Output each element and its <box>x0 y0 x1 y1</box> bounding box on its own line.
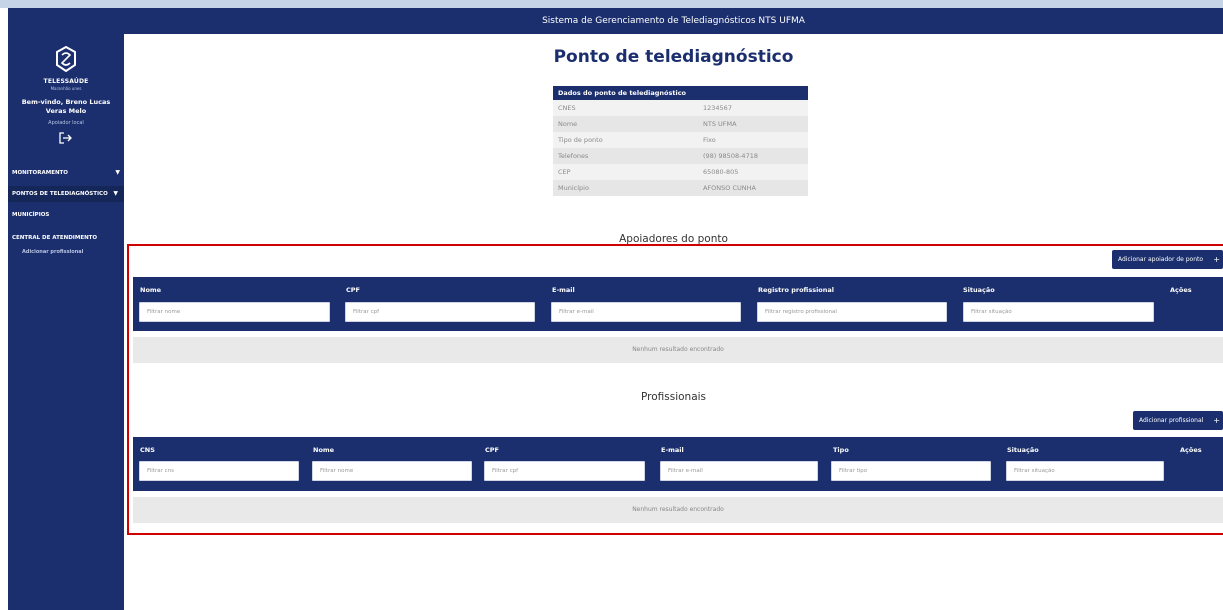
filter-situacao-input[interactable]: Filtrar situação <box>1006 461 1164 481</box>
column-header: CNS <box>140 446 155 454</box>
filter-cpf-input[interactable]: Filtrar cpf <box>484 461 645 481</box>
add-apoiador-label: Adicionar apoiador de ponto <box>1118 256 1204 263</box>
welcome-text: Bem-vindo, Breno Lucas Veras Melo <box>21 98 111 115</box>
column-header: Ações <box>1170 286 1192 294</box>
filter-tipo-input[interactable]: Filtrar tipo <box>831 461 991 481</box>
info-label: Município <box>558 184 589 192</box>
column-header: E-mail <box>661 446 684 454</box>
profissionais-empty-row: Nenhum resultado encontrado <box>133 497 1223 523</box>
sidebar-subitem-adicionar[interactable]: Adicionar profissional <box>22 249 83 255</box>
filter-cpf-input[interactable]: Filtrar cpf <box>345 302 535 322</box>
telessaude-logo-icon <box>56 46 76 72</box>
profissionais-title: Profissionais <box>640 391 707 403</box>
column-header: Ações <box>1180 446 1202 454</box>
info-row: Tipo de ponto Fixo <box>553 132 808 148</box>
page-title: Ponto de telediagnóstico <box>553 47 794 67</box>
info-label: CEP <box>558 168 571 176</box>
filter-email-input[interactable]: Filtrar e-mail <box>660 461 818 481</box>
filter-nome-input[interactable]: Filtrar nome <box>139 302 330 322</box>
info-value: Fixo <box>703 136 716 144</box>
info-label: Telefones <box>558 152 589 160</box>
sidebar-item-monitoramento[interactable]: MONITORAMENTO ▼ <box>8 165 124 181</box>
info-row: CEP 65080-805 <box>553 164 808 180</box>
user-role: Apoiador local <box>48 120 84 126</box>
filter-registro-input[interactable]: Filtrar registro profissional <box>757 302 947 322</box>
profissionais-table-header: CNS Nome CPF E-mail Tipo Situação Ações … <box>133 437 1223 491</box>
plus-icon: + <box>1213 416 1220 425</box>
info-row: Telefones (98) 98508-4718 <box>553 148 808 164</box>
filter-email-input[interactable]: Filtrar e-mail <box>551 302 741 322</box>
brand-name: TELESSAÚDE <box>43 78 89 85</box>
sidebar-item-label: MONITORAMENTO <box>12 170 68 176</box>
sidebar-item-label: PONTOS DE TELEDIAGNÓSTICO <box>12 191 108 197</box>
add-profissional-button[interactable]: Adicionar profissional + <box>1133 411 1223 430</box>
brand-subtitle: Maranhão unes <box>50 86 82 91</box>
sidebar-item-label: CENTRAL DE ATENDIMENTO <box>12 235 98 241</box>
filter-situacao-input[interactable]: Filtrar situação <box>963 302 1154 322</box>
apoiadores-table-header: Nome CPF E-mail Registro profissional Si… <box>133 277 1223 331</box>
column-header: Situação <box>963 286 995 294</box>
logout-icon[interactable] <box>59 132 73 144</box>
add-profissional-label: Adicionar profissional <box>1139 417 1204 424</box>
info-label: Tipo de ponto <box>558 136 603 144</box>
top-strip <box>0 0 1223 8</box>
filter-nome-input[interactable]: Filtrar nome <box>312 461 472 481</box>
sidebar-item-central[interactable]: CENTRAL DE ATENDIMENTO <box>8 230 124 246</box>
sidebar-item-label: MUNICÍPIOS <box>12 212 50 218</box>
sidebar-item-municipios[interactable]: MUNICÍPIOS <box>8 207 124 223</box>
info-value: 1234567 <box>703 104 732 112</box>
info-label: CNES <box>558 104 576 112</box>
filter-cns-input[interactable]: Filtrar cns <box>139 461 299 481</box>
app-header: Sistema de Gerenciamento de Telediagnóst… <box>124 8 1223 34</box>
column-header: Tipo <box>833 446 849 454</box>
info-value: 65080-805 <box>703 168 739 176</box>
chevron-down-icon: ▼ <box>113 190 118 197</box>
column-header: Registro profissional <box>758 286 835 294</box>
column-header: E-mail <box>552 286 575 294</box>
column-header: Nome <box>313 446 335 454</box>
info-value: NTS UFMA <box>703 120 737 128</box>
column-header: CPF <box>346 286 360 294</box>
sidebar-item-pontos[interactable]: PONTOS DE TELEDIAGNÓSTICO ▼ <box>8 186 124 202</box>
info-row: Município AFONSO CUNHA <box>553 180 808 196</box>
sidebar: TELESSAÚDE Maranhão unes Bem-vindo, Bren… <box>8 8 124 610</box>
add-apoiador-button[interactable]: Adicionar apoiador de ponto + <box>1112 250 1223 269</box>
column-header: Nome <box>140 286 162 294</box>
apoiadores-empty-row: Nenhum resultado encontrado <box>133 337 1223 363</box>
plus-icon: + <box>1213 255 1220 264</box>
column-header: Situação <box>1007 446 1039 454</box>
info-card: Dados do ponto de telediagnóstico CNES 12… <box>553 86 808 196</box>
info-value: (98) 98508-4718 <box>703 152 758 160</box>
info-row: CNES 1234567 <box>553 100 808 116</box>
info-label: Nome <box>558 120 578 128</box>
info-value: AFONSO CUNHA <box>703 184 756 192</box>
info-row: Nome NTS UFMA <box>553 116 808 132</box>
info-card-title: Dados do ponto de telediagnóstico <box>553 86 808 100</box>
chevron-down-icon: ▼ <box>115 169 120 176</box>
column-header: CPF <box>485 446 499 454</box>
